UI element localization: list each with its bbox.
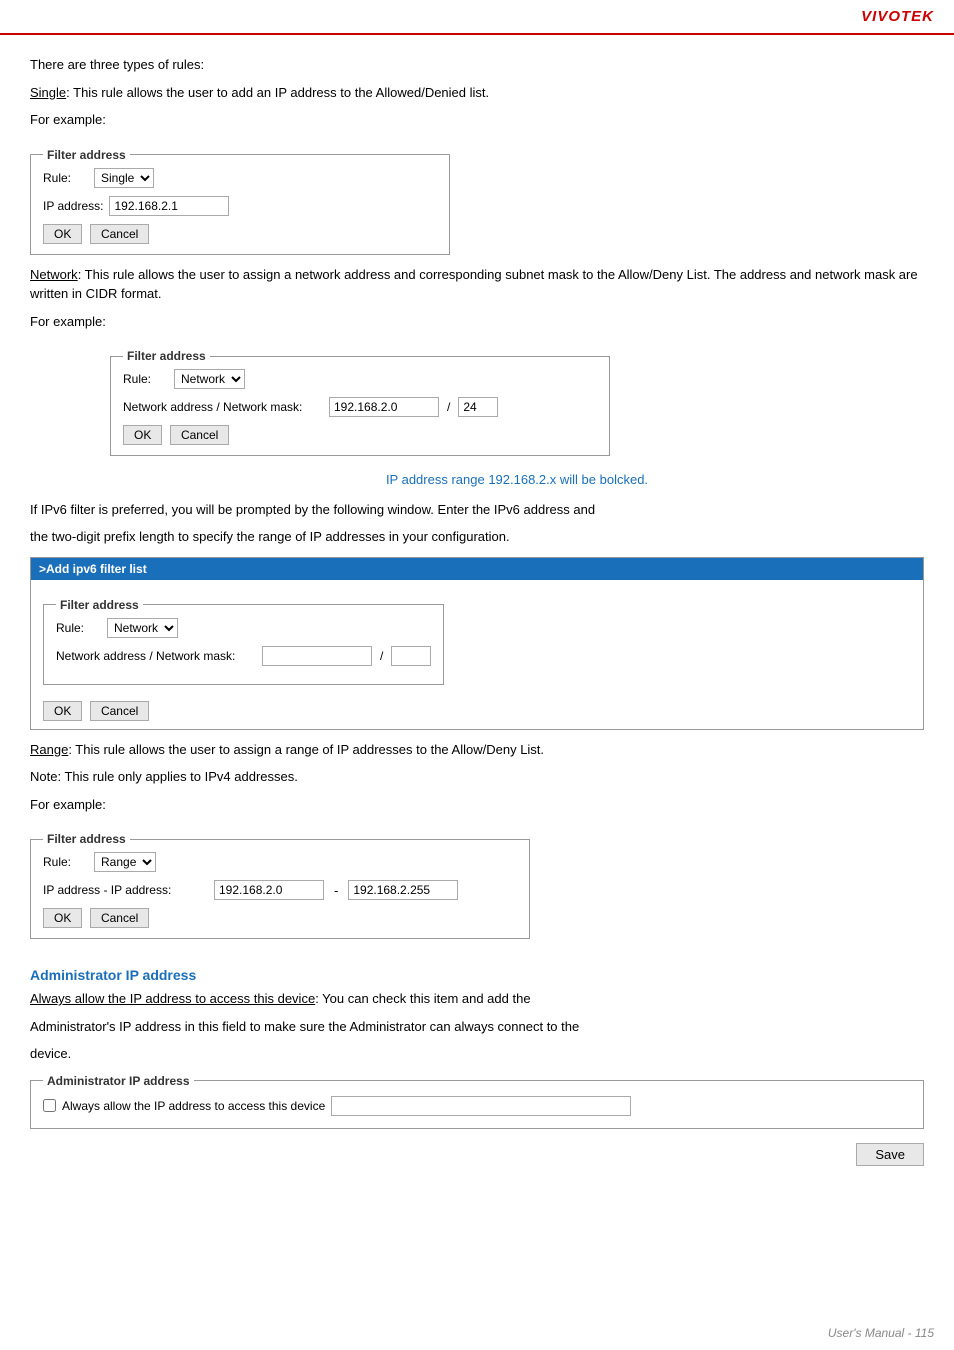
- footer-text: User's Manual - 115: [828, 1326, 934, 1340]
- range-ip-label: IP address - IP address:: [43, 883, 208, 897]
- ipv6-filter-box: Filter address Rule: Network Network add…: [43, 598, 444, 685]
- range-desc: : This rule allows the user to assign a …: [68, 742, 544, 757]
- single-filter-box: Filter address Rule: Single IP address: …: [30, 148, 450, 255]
- ipv6-rule-select[interactable]: Network: [107, 618, 178, 638]
- admin-always-label: Always allow the IP address to access th…: [30, 991, 315, 1006]
- admin-checkbox-label: Always allow the IP address to access th…: [62, 1099, 325, 1113]
- ipv6-rule-label: Rule:: [56, 621, 101, 635]
- admin-desc-line3: device.: [30, 1044, 924, 1064]
- admin-ip-legend: Administrator IP address: [43, 1074, 194, 1088]
- network-filter-indented: Filter address Rule: Network Network add…: [110, 339, 924, 490]
- network-for-example: For example:: [30, 312, 924, 332]
- network-addr-input[interactable]: [329, 397, 439, 417]
- ipv6-section: >Add ipv6 filter list Filter address Rul…: [30, 557, 924, 730]
- single-label: Single: [30, 85, 66, 100]
- ipv6-addr-input[interactable]: [262, 646, 372, 666]
- ipv6-mask-input[interactable]: [391, 646, 431, 666]
- single-cancel-button[interactable]: Cancel: [90, 224, 149, 244]
- range-label: Range: [30, 742, 68, 757]
- admin-checkbox-row: Always allow the IP address to access th…: [43, 1096, 911, 1116]
- admin-section-title: Administrator IP address: [30, 967, 924, 983]
- network-filter-legend: Filter address: [123, 349, 210, 363]
- range-rule-label: Rule:: [43, 855, 88, 869]
- admin-desc-para: Always allow the IP address to access th…: [30, 989, 924, 1009]
- network-addr-row: Network address / Network mask: /: [123, 397, 597, 417]
- network-desc: : This rule allows the user to assign a …: [30, 267, 918, 302]
- range-ip-to-input[interactable]: [348, 880, 458, 900]
- range-rule-row: Rule: Range: [43, 852, 517, 872]
- ipv6-inner: Filter address Rule: Network Network add…: [31, 580, 923, 729]
- single-ip-input[interactable]: [109, 196, 229, 216]
- network-label: Network: [30, 267, 78, 282]
- network-desc-para: Network: This rule allows the user to as…: [30, 265, 924, 304]
- network-filter-box: Filter address Rule: Network Network add…: [110, 349, 610, 456]
- network-rule-select[interactable]: Network: [174, 369, 245, 389]
- range-filter-legend: Filter address: [43, 832, 130, 846]
- single-ip-label: IP address:: [43, 199, 103, 213]
- intro-single-desc: Single: This rule allows the user to add…: [30, 83, 924, 103]
- range-desc-para: Range: This rule allows the user to assi…: [30, 740, 924, 760]
- range-filter-box: Filter address Rule: Range IP address - …: [30, 832, 530, 939]
- network-rule-row: Rule: Network: [123, 369, 597, 389]
- single-filter-legend: Filter address: [43, 148, 130, 162]
- range-ok-button[interactable]: OK: [43, 908, 82, 928]
- range-note-desc: : This rule only applies to IPv4 address…: [57, 769, 297, 784]
- ipv6-bar: >Add ipv6 filter list: [31, 558, 923, 580]
- network-btn-row: OK Cancel: [123, 425, 597, 445]
- admin-desc-colon: : You can check this item and add the: [315, 991, 530, 1006]
- ipv6-desc-line2: the two-digit prefix length to specify t…: [30, 527, 924, 547]
- range-note-para: Note: This rule only applies to IPv4 add…: [30, 767, 924, 787]
- range-ip-row: IP address - IP address: -: [43, 880, 517, 900]
- network-ok-button[interactable]: OK: [123, 425, 162, 445]
- single-rule-row: Rule: Single: [43, 168, 437, 188]
- ipv6-ok-button[interactable]: OK: [43, 701, 82, 721]
- footer: User's Manual - 115: [828, 1326, 934, 1340]
- admin-always-checkbox[interactable]: [43, 1099, 56, 1112]
- main-content: There are three types of rules: Single: …: [0, 35, 954, 1206]
- intro-line1: There are three types of rules:: [30, 55, 924, 75]
- network-mask-input[interactable]: [458, 397, 498, 417]
- network-addr-label: Network address / Network mask:: [123, 400, 323, 414]
- save-row: Save: [30, 1143, 924, 1166]
- range-cancel-button[interactable]: Cancel: [90, 908, 149, 928]
- ip-range-note: IP address range 192.168.2.x will be bol…: [110, 470, 924, 490]
- range-note-label: Note: [30, 769, 57, 784]
- single-desc: : This rule allows the user to add an IP…: [66, 85, 489, 100]
- ipv6-rule-row: Rule: Network: [56, 618, 431, 638]
- single-ok-button[interactable]: OK: [43, 224, 82, 244]
- ipv6-addr-row: Network address / Network mask: /: [56, 646, 431, 666]
- ipv6-addr-label: Network address / Network mask:: [56, 649, 256, 663]
- ipv6-btn-row: OK Cancel: [43, 701, 911, 721]
- network-cancel-button[interactable]: Cancel: [170, 425, 229, 445]
- network-example-label: For example:: [30, 314, 106, 329]
- single-rule-select[interactable]: Single: [94, 168, 154, 188]
- single-btn-row: OK Cancel: [43, 224, 437, 244]
- single-rule-label: Rule:: [43, 171, 88, 185]
- ipv6-cancel-button[interactable]: Cancel: [90, 701, 149, 721]
- ipv6-slash: /: [380, 649, 383, 663]
- range-rule-select[interactable]: Range: [94, 852, 156, 872]
- admin-ip-box: Administrator IP address Always allow th…: [30, 1074, 924, 1129]
- ipv6-desc-line1: If IPv6 filter is preferred, you will be…: [30, 500, 924, 520]
- header: VIVOTEK: [0, 0, 954, 35]
- save-button[interactable]: Save: [856, 1143, 924, 1166]
- network-slash: /: [447, 400, 450, 414]
- single-ip-row: IP address:: [43, 196, 437, 216]
- ipv6-filter-legend: Filter address: [56, 598, 143, 612]
- range-dash: -: [334, 883, 338, 898]
- network-rule-label: Rule:: [123, 372, 168, 386]
- range-for-example: For example:: [30, 795, 924, 815]
- range-btn-row: OK Cancel: [43, 908, 517, 928]
- range-ip-from-input[interactable]: [214, 880, 324, 900]
- intro-for-example: For example:: [30, 110, 924, 130]
- brand-logo: VIVOTEK: [861, 8, 934, 25]
- admin-desc-line2: Administrator's IP address in this field…: [30, 1017, 924, 1037]
- admin-ip-text-input[interactable]: [331, 1096, 631, 1116]
